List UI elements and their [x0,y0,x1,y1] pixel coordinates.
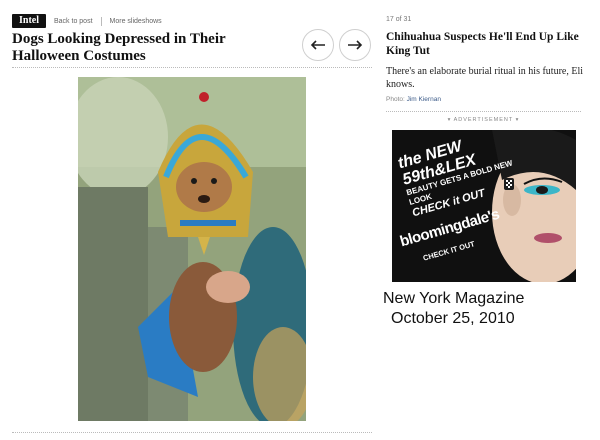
photo-credit-prefix: Photo: [386,96,405,103]
annotation-date: October 25, 2010 [391,310,515,327]
divider [12,67,372,68]
previous-slide-button[interactable] [302,29,334,61]
back-to-post-link[interactable]: Back to post [54,18,93,25]
intel-logo[interactable]: Intel [12,14,46,28]
more-slideshows-link[interactable]: More slideshows [110,18,162,25]
next-slide-button[interactable] [339,29,371,61]
ad-label-text: ADVERTISEMENT [453,117,514,123]
arrow-left-icon [310,40,325,50]
publication-annotation: New York Magazine October 25, 2010 [383,289,524,329]
slideshow-title: Dogs Looking Depressed in Their Hallowee… [12,31,226,64]
divider [386,111,581,112]
slide-photo [78,77,306,421]
divider [100,16,102,26]
photographer-link[interactable]: Jim Kiernan [407,96,441,103]
arrow-right-icon [348,40,363,50]
photo-credit: Photo: Jim Kiernan [386,96,441,103]
divider [12,432,372,433]
advertisement-label: ▾ ADVERTISEMENT ▾ [447,117,520,123]
annotation-publication: New York Magazine [383,290,525,307]
top-bar: Intel Back to post More slideshows [12,14,162,28]
advertisement-banner[interactable]: the NEW 59th&LEX BEAUTY GETS A BOLD NEW … [392,130,576,282]
slide-caption: There's an elaborate burial ritual in hi… [386,66,584,90]
slide-counter: 17 of 31 [386,16,412,23]
slide-title: Chihuahua Suspects He'll End Up Like Kin… [386,31,579,57]
